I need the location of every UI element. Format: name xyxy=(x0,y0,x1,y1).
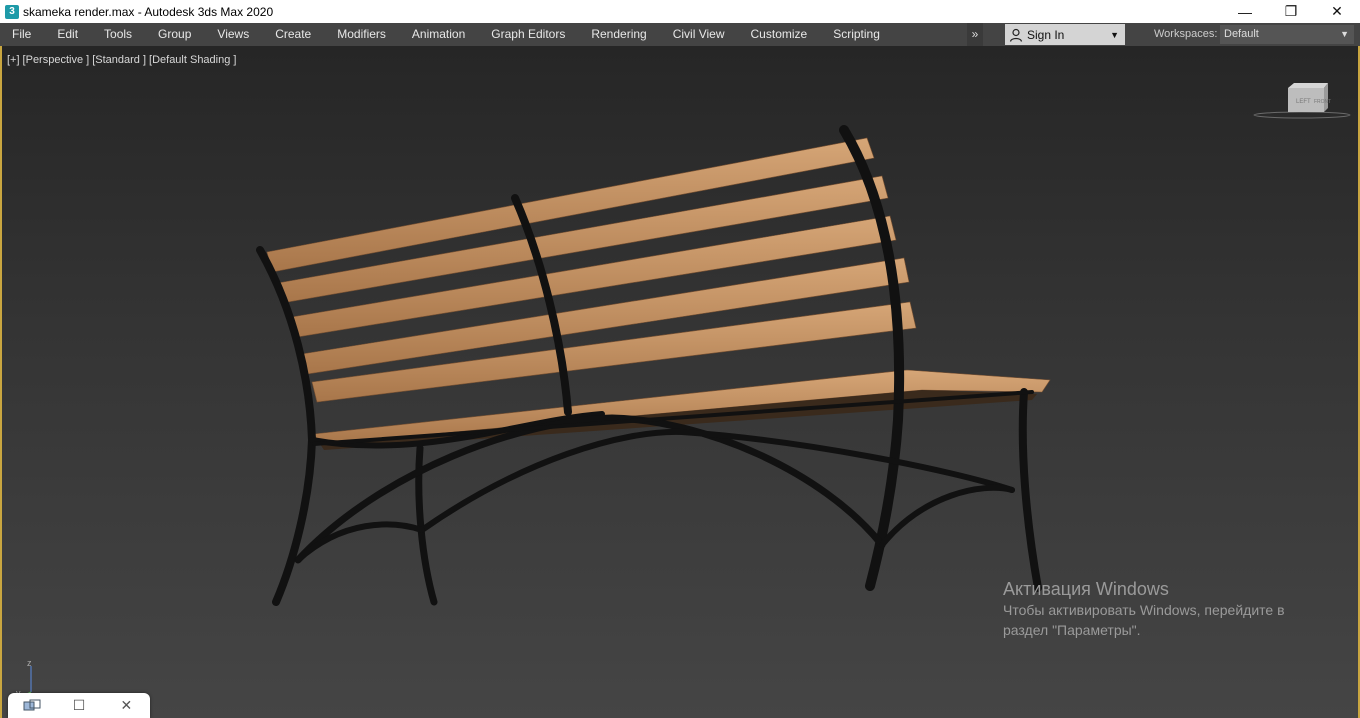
chevron-down-icon: ▼ xyxy=(1110,29,1119,40)
menu-create[interactable]: Create xyxy=(262,23,324,46)
main-menubar: File Edit Tools Group Views Create Modif… xyxy=(0,23,1360,46)
menu-file[interactable]: File xyxy=(0,23,44,46)
menu-overflow-button[interactable]: » xyxy=(967,23,983,46)
chevron-down-icon: ▼ xyxy=(1340,29,1349,39)
user-icon xyxy=(1009,28,1023,42)
menu-views[interactable]: Views xyxy=(204,23,262,46)
close-icon[interactable]: ✕ xyxy=(114,697,138,715)
activation-title: Активация Windows xyxy=(1003,579,1169,599)
minimize-button[interactable]: — xyxy=(1222,0,1268,23)
windows-activation-watermark: Активация Windows Чтобы активировать Win… xyxy=(1003,578,1285,640)
activation-line-1: Чтобы активировать Windows, перейдите в xyxy=(1003,602,1285,618)
maximize-icon[interactable]: ☐ xyxy=(67,697,91,715)
perspective-viewport[interactable]: [+] [Perspective ] [Standard ] [Default Sha… xyxy=(0,46,1360,718)
menu-customize[interactable]: Customize xyxy=(738,23,821,46)
maximize-button[interactable]: ❐ xyxy=(1268,0,1314,23)
menu-rendering[interactable]: Rendering xyxy=(578,23,659,46)
window-controls: — ❐ ✕ xyxy=(1222,0,1360,23)
workspaces-label: Workspaces: xyxy=(1154,28,1218,40)
axis-tripod-icon: z y xyxy=(16,658,32,698)
workspace-select[interactable]: Default ▼ xyxy=(1220,25,1354,44)
menu-modifiers[interactable]: Modifiers xyxy=(324,23,399,46)
menu-edit[interactable]: Edit xyxy=(44,23,91,46)
window-titlebar: 3 skameka render.max - Autodesk 3ds Max … xyxy=(0,0,1360,23)
sign-in-label: Sign In xyxy=(1027,27,1065,42)
close-button[interactable]: ✕ xyxy=(1314,0,1360,23)
minimized-window-controls: ☐ ✕ xyxy=(8,693,150,718)
window-title: skameka render.max - Autodesk 3ds Max 20… xyxy=(23,4,274,19)
menu-animation[interactable]: Animation xyxy=(399,23,478,46)
restore-window-icon[interactable] xyxy=(20,697,44,715)
activation-line-2: раздел "Параметры". xyxy=(1003,622,1141,638)
menu-group[interactable]: Group xyxy=(145,23,204,46)
menu-scripting[interactable]: Scripting xyxy=(820,23,893,46)
workspace-value: Default xyxy=(1224,28,1259,40)
menu-civil-view[interactable]: Civil View xyxy=(660,23,738,46)
menu-tools[interactable]: Tools xyxy=(91,23,145,46)
sign-in-dropdown[interactable]: Sign In ▼ xyxy=(1005,24,1125,45)
axis-z-label: z xyxy=(27,658,32,668)
menu-graph-editors[interactable]: Graph Editors xyxy=(478,23,578,46)
3dsmax-app-icon[interactable]: 3 xyxy=(5,4,19,19)
backrest-slats xyxy=(266,137,917,403)
